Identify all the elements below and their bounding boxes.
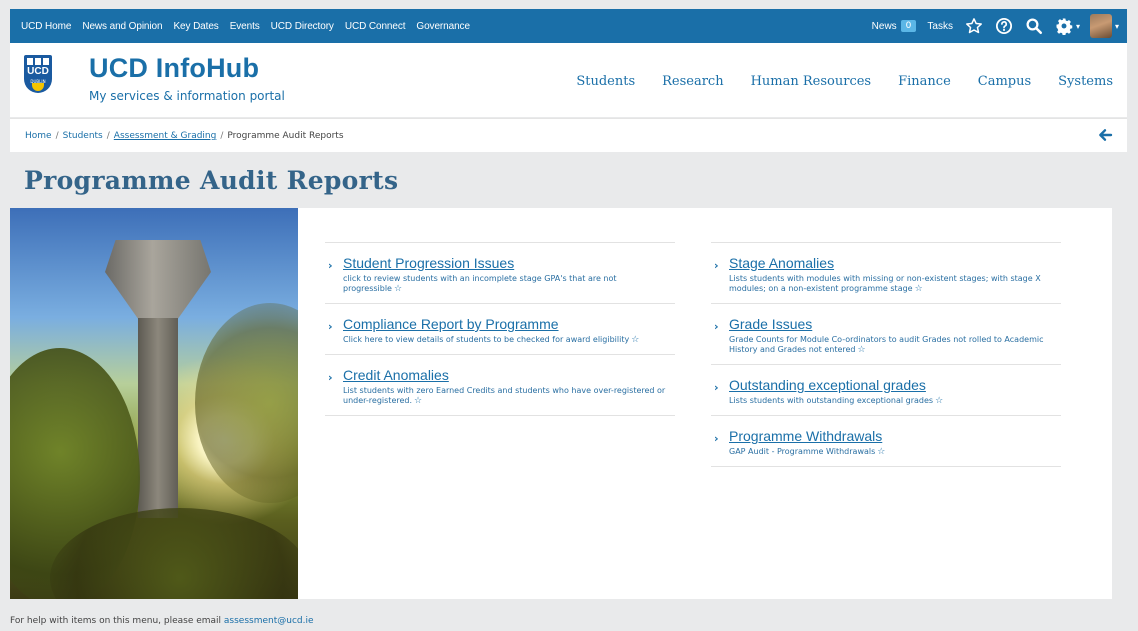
favourite-star-icon[interactable]: ☆ [915,284,923,294]
report-item-stage-anomalies[interactable]: › Stage Anomalies Lists students with mo… [711,243,1061,304]
favourite-star-icon[interactable]: ☆ [394,284,402,294]
report-description: Lists students with outstanding exceptio… [729,396,1061,406]
top-link-news-and-opinion[interactable]: News and Opinion [82,21,162,32]
help-email-link[interactable]: assessment@ucd.ie [224,616,314,626]
report-link-title[interactable]: Stage Anomalies [729,255,1061,271]
chevron-right-icon: › [328,320,333,333]
report-link-title[interactable]: Outstanding exceptional grades [729,377,1061,393]
nav-research[interactable]: Research [662,74,723,89]
report-description-text: Click here to view details of students t… [343,335,630,344]
top-link-governance[interactable]: Governance [416,21,470,32]
hero-tower-top [105,240,211,320]
main-nav: Students Research Human Resources Financ… [549,74,1113,89]
report-item-student-progression-issues[interactable]: › Student Progression Issues click to re… [325,243,675,304]
report-description: click to review students with an incompl… [343,274,675,294]
report-description-text: List students with zero Earned Credits a… [343,386,666,405]
breadcrumb-separator: / [106,131,110,141]
report-description: Lists students with modules with missing… [729,274,1061,294]
favourite-star-icon[interactable]: ☆ [414,396,422,406]
report-item-outstanding-exceptional-grades[interactable]: › Outstanding exceptional grades Lists s… [711,365,1061,416]
report-description-text: GAP Audit - Programme Withdrawals [729,447,876,456]
nav-campus[interactable]: Campus [978,74,1031,89]
site-header: UCD DUBLIN UCD InfoHub My services & inf… [10,43,1127,117]
help-text: For help with items on this menu, please… [10,616,224,626]
top-link-ucd-directory[interactable]: UCD Directory [271,21,334,32]
reports-column-right: › Stage Anomalies Lists students with mo… [711,242,1061,467]
page-title: Programme Audit Reports [24,166,399,195]
top-bar: UCD Home News and Opinion Key Dates Even… [10,9,1127,43]
nav-students[interactable]: Students [576,74,635,89]
report-description: GAP Audit - Programme Withdrawals ☆ [729,447,1061,457]
favourite-star-icon[interactable]: ☆ [858,345,866,355]
chevron-right-icon: › [328,259,333,272]
chevron-right-icon: › [714,259,719,272]
report-description-text: Lists students with outstanding exceptio… [729,396,934,405]
report-link-title[interactable]: Credit Anomalies [343,367,675,383]
chevron-right-icon: › [714,432,719,445]
chevron-right-icon: › [714,381,719,394]
tasks-link[interactable]: Tasks [927,21,953,32]
favourite-star-icon[interactable]: ☆ [877,447,885,457]
report-description: List students with zero Earned Credits a… [343,386,675,406]
user-avatar[interactable] [1089,14,1112,38]
report-link-title[interactable]: Programme Withdrawals [729,428,1061,444]
report-item-grade-issues[interactable]: › Grade Issues Grade Counts for Module C… [711,304,1061,365]
hero-foliage [195,303,298,503]
breadcrumb-separator: / [220,131,224,141]
top-actions: News 0 Tasks ▾ ▾ [872,14,1127,38]
logo-crowns [27,58,49,65]
top-nav: UCD Home News and Opinion Key Dates Even… [10,21,481,32]
ucd-logo[interactable]: UCD DUBLIN [24,55,52,93]
site-subtitle: My services & information portal [89,89,285,103]
breadcrumb: Home / Students / Assessment & Grading / Progr… [10,118,1127,152]
favourite-star-icon[interactable]: ☆ [631,335,639,345]
top-link-ucd-connect[interactable]: UCD Connect [345,21,406,32]
report-item-programme-withdrawals[interactable]: › Programme Withdrawals GAP Audit - Prog… [711,416,1061,467]
breadcrumb-separator: / [55,131,59,141]
user-menu-caret-icon[interactable]: ▾ [1115,22,1119,31]
help-footer: For help with items on this menu, please… [10,616,314,626]
logo-text: UCD [27,66,49,77]
breadcrumb-assessment-grading[interactable]: Assessment & Grading [114,131,217,141]
news-count-badge[interactable]: 0 [900,20,917,32]
report-item-compliance-report-by-programme[interactable]: › Compliance Report by Programme Click h… [325,304,675,355]
report-description: Click here to view details of students t… [343,335,675,345]
back-arrow-icon[interactable] [1097,127,1113,147]
favourites-star-icon[interactable] [965,17,983,35]
settings-caret-icon[interactable]: ▾ [1076,22,1080,31]
report-description-text: Grade Counts for Module Co-ordinators to… [729,335,1044,354]
nav-systems[interactable]: Systems [1058,74,1113,89]
top-link-events[interactable]: Events [230,21,260,32]
report-link-title[interactable]: Compliance Report by Programme [343,316,675,332]
nav-human-resources[interactable]: Human Resources [751,74,872,89]
report-description-text: Lists students with modules with missing… [729,274,1041,293]
top-link-ucd-home[interactable]: UCD Home [21,21,71,32]
reports-panel: › Student Progression Issues click to re… [298,208,1112,599]
hero-water-tower-image [10,208,298,599]
breadcrumb-current: Programme Audit Reports [227,131,344,141]
breadcrumb-home[interactable]: Home [25,131,52,141]
news-link[interactable]: News [872,21,897,32]
nav-finance[interactable]: Finance [898,74,951,89]
logo-shield [32,83,44,91]
reports-column-left: › Student Progression Issues click to re… [325,242,675,416]
settings-gear-icon[interactable] [1055,17,1073,35]
breadcrumb-students[interactable]: Students [63,131,103,141]
breadcrumb-list: Home / Students / Assessment & Grading / Progr… [25,131,344,141]
top-link-key-dates[interactable]: Key Dates [173,21,218,32]
favourite-star-icon[interactable]: ☆ [935,396,943,406]
search-icon[interactable] [1025,17,1043,35]
report-link-title[interactable]: Student Progression Issues [343,255,675,271]
chevron-right-icon: › [714,320,719,333]
report-description-text: click to review students with an incompl… [343,274,617,293]
report-item-credit-anomalies[interactable]: › Credit Anomalies List students with ze… [325,355,675,416]
hero-tower-shaft [138,318,178,518]
site-title[interactable]: UCD InfoHub [89,53,259,84]
help-icon[interactable] [995,17,1013,35]
report-description: Grade Counts for Module Co-ordinators to… [729,335,1061,355]
chevron-right-icon: › [328,371,333,384]
report-link-title[interactable]: Grade Issues [729,316,1061,332]
